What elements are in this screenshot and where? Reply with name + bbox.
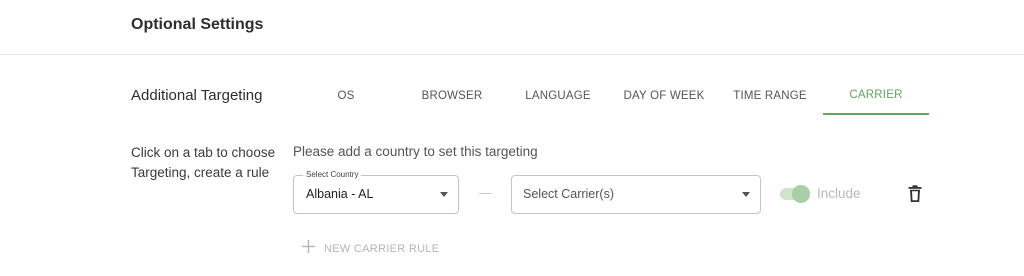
helper-text: Click on a tab to choose Targeting, crea… (131, 145, 276, 180)
tab-day-of-week[interactable]: DAY OF WEEK (611, 77, 717, 115)
country-select-value: Albania - AL (306, 187, 374, 201)
hint-text: Please add a country to set this targeti… (293, 144, 538, 159)
chevron-down-icon (742, 192, 750, 197)
carrier-select[interactable]: Select Carrier(s) (511, 175, 761, 214)
settings-header: Optional Settings (0, 0, 1024, 55)
chevron-down-icon (440, 192, 448, 197)
carrier-select-placeholder: Select Carrier(s) (523, 187, 614, 201)
tab-time-range[interactable]: TIME RANGE (717, 77, 823, 115)
include-toggle[interactable] (780, 185, 810, 203)
targeting-tabs: OS BROWSER LANGUAGE DAY OF WEEK TIME RAN… (293, 77, 929, 115)
toggle-thumb (792, 185, 810, 203)
plus-icon (302, 240, 315, 258)
tab-carrier[interactable]: CARRIER (823, 77, 929, 115)
separator-dash (479, 193, 492, 194)
new-carrier-rule-label: NEW CARRIER RULE (324, 243, 440, 255)
country-select-label: Select Country (303, 170, 362, 180)
trash-icon[interactable] (907, 185, 923, 203)
new-carrier-rule-button[interactable]: NEW CARRIER RULE (302, 240, 439, 258)
country-select[interactable]: Select Country Albania - AL (293, 170, 459, 214)
tab-os[interactable]: OS (293, 77, 399, 115)
section-title: Additional Targeting (131, 87, 263, 104)
include-label: Include (817, 186, 861, 201)
tab-browser[interactable]: BROWSER (399, 77, 505, 115)
tab-language[interactable]: LANGUAGE (505, 77, 611, 115)
page-title: Optional Settings (131, 16, 264, 33)
